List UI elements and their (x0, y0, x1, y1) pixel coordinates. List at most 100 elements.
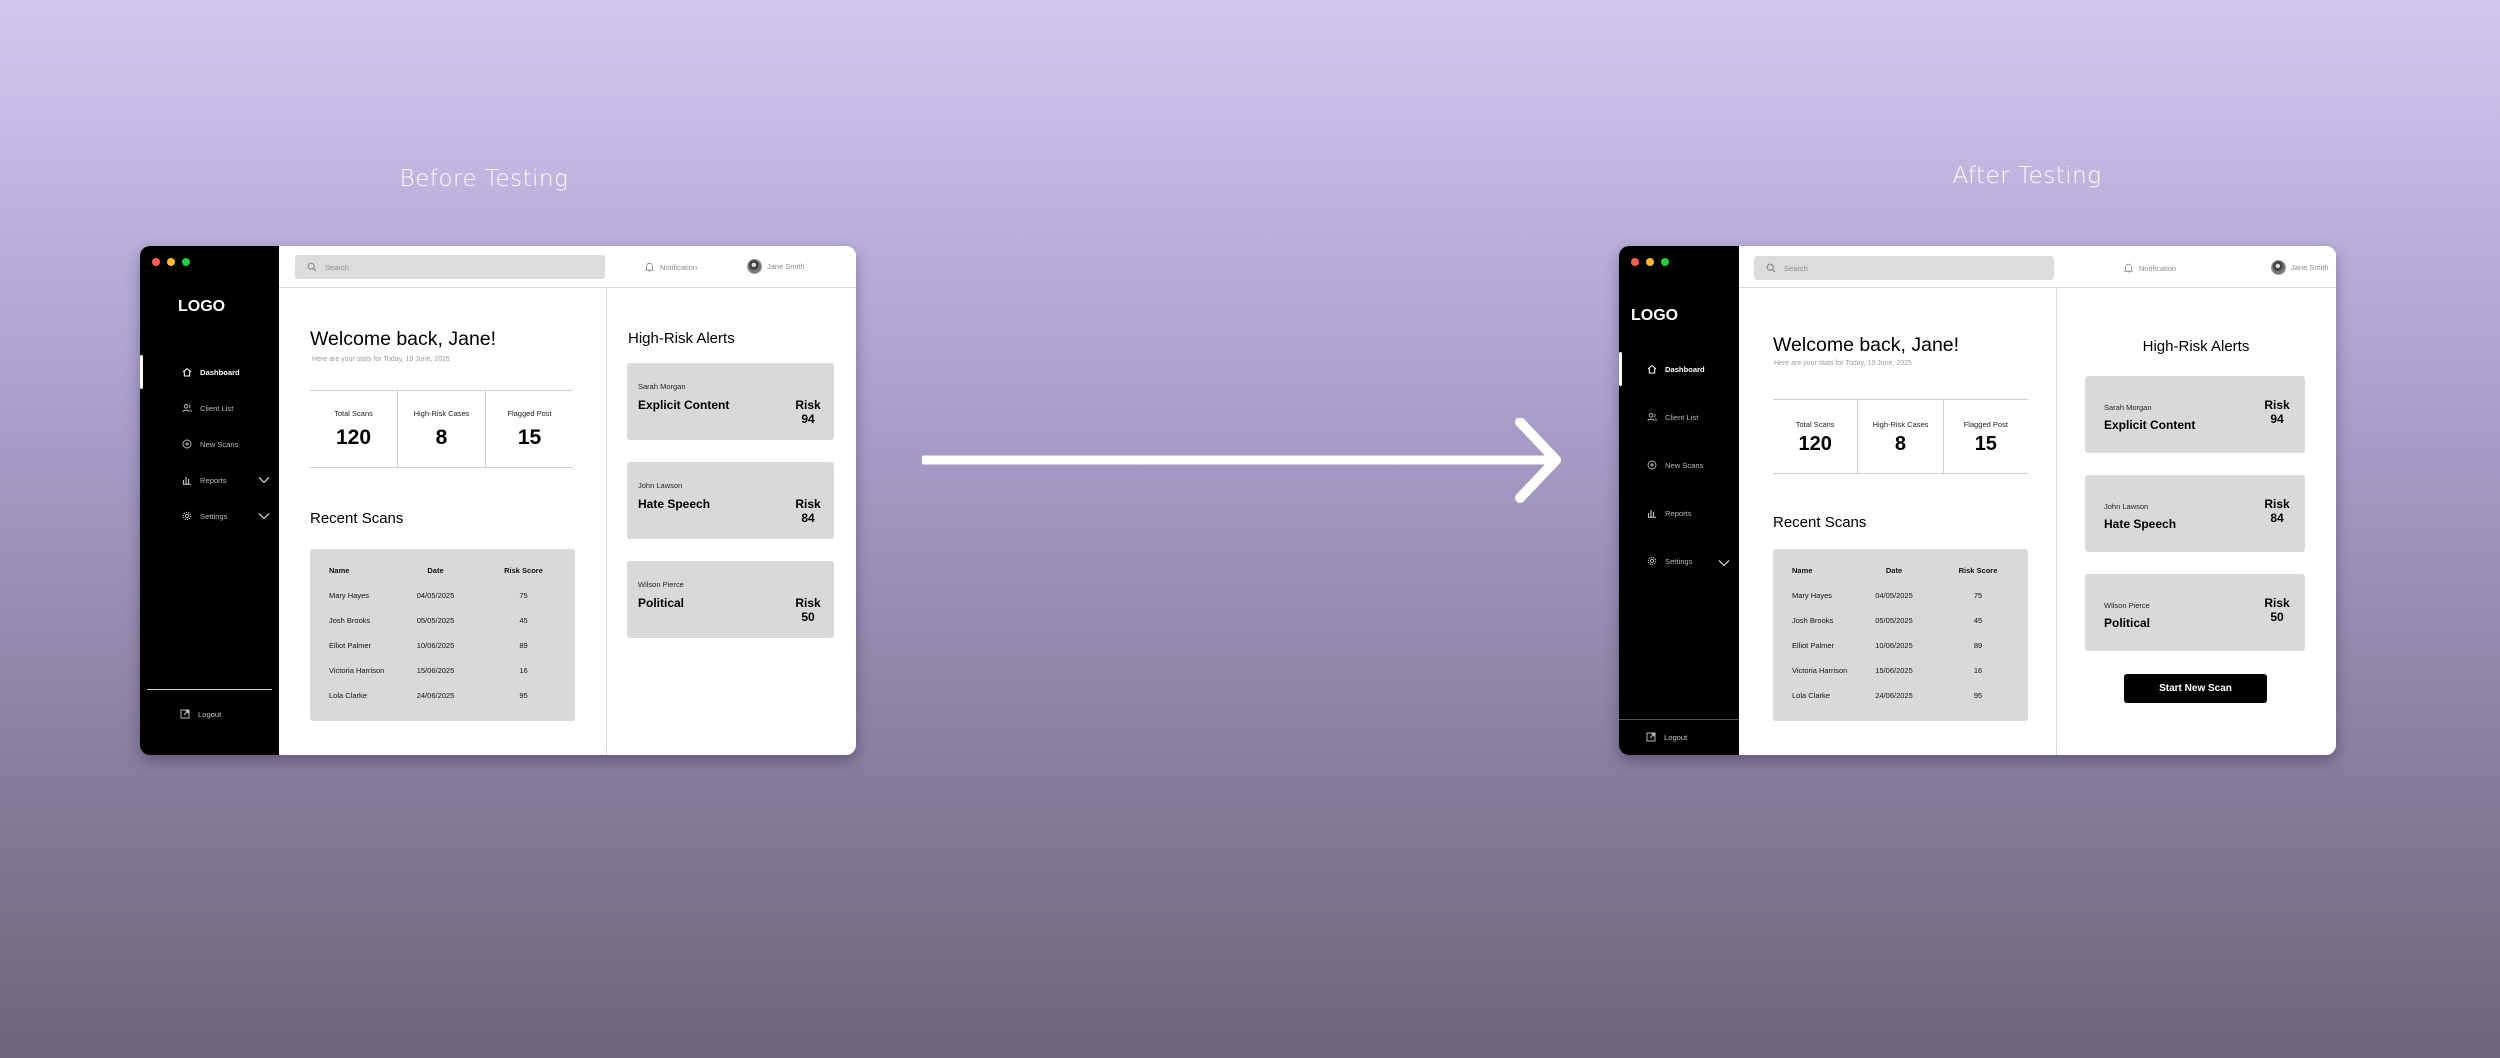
chevron-down-icon[interactable] (258, 476, 270, 484)
bar-chart-icon (1647, 508, 1657, 518)
alert-name: Sarah Morgan (638, 382, 686, 391)
window-controls (1631, 258, 1669, 266)
dashboard-window-before: LOGO Dashboard Client List New Scans Rep… (140, 246, 856, 755)
user-profile[interactable]: Jane Smith (747, 259, 805, 274)
stat-value: 15 (1974, 433, 1997, 455)
stat-value: 120 (1798, 433, 1832, 455)
stat-value: 8 (1894, 433, 1907, 455)
panel-divider (2056, 288, 2057, 755)
sidebar-item-dashboard[interactable]: Dashboard (1619, 359, 1739, 379)
sidebar-item-dashboard[interactable]: Dashboard (140, 362, 279, 382)
table-cell: 04/05/2025 (1875, 591, 1913, 600)
page-subtitle: Here are your stats for Today, 19 June, … (312, 356, 450, 363)
stat-flagged-post: Flagged Post 15 (1942, 400, 2028, 473)
sidebar-item-label: Reports (1665, 508, 1692, 518)
alert-name: Sarah Morgan (2104, 403, 2152, 412)
search-icon (1766, 263, 1776, 273)
logout-icon (1646, 732, 1656, 742)
user-name: Jane Smith (2291, 263, 2329, 272)
chevron-down-icon[interactable] (258, 512, 270, 520)
table-cell: 24/06/2025 (416, 691, 455, 700)
close-window-dot[interactable] (1631, 258, 1639, 266)
risk-score: 94 (2270, 412, 2284, 427)
gear-icon (182, 511, 192, 521)
logout-button[interactable]: Logout (1646, 732, 1687, 742)
sidebar-divider (1619, 719, 1739, 720)
column-header: Date (427, 566, 444, 575)
avatar (747, 259, 762, 274)
stat-total-scans: Total Scans 120 (310, 391, 397, 467)
sidebar-item-label: Dashboard (200, 367, 240, 377)
table-cell: 15/06/2025 (1875, 666, 1913, 675)
logout-button[interactable]: Logout (180, 709, 221, 719)
home-icon (182, 367, 192, 377)
users-icon (182, 403, 192, 413)
logo: LOGO (1631, 307, 1679, 324)
alerts-title: High-Risk Alerts (2142, 338, 2250, 355)
sidebar-item-label: New Scans (1665, 460, 1704, 470)
recent-scans-table: Name Date Risk Score Mary Hayes 04/05/2025 75… (1773, 549, 2028, 721)
sidebar-item-label: Reports (200, 475, 227, 485)
search-input[interactable]: Search (1754, 256, 2054, 280)
sidebar-item-new-scans[interactable]: New Scans (1619, 455, 1739, 475)
alert-risk: Risk 94 (790, 398, 826, 427)
recent-scans-table: Name Date Risk Score Mary Hayes 04/05/2025 75… (310, 549, 575, 721)
alert-type: Political (2104, 616, 2151, 630)
table-cell: 75 (1973, 591, 1983, 600)
risk-score: 50 (2270, 610, 2284, 625)
stat-high-risk-cases: High-Risk Cases 8 (1857, 400, 1942, 473)
alert-card[interactable]: Wilson Pierce Political Risk 50 (2085, 574, 2305, 651)
alert-risk: Risk 94 (2259, 398, 2295, 427)
window-controls (152, 258, 190, 266)
sidebar-item-client-list[interactable]: Client List (1619, 407, 1739, 427)
risk-label: Risk (2264, 596, 2290, 610)
before-testing-caption: Before Testing (399, 166, 569, 192)
table-cell: 10/06/2025 (1875, 641, 1913, 650)
risk-score: 84 (801, 511, 815, 526)
alert-card[interactable]: John Lawson Hate Speech Risk 84 (2085, 475, 2305, 552)
alert-card[interactable]: Sarah Morgan Explicit Content Risk 94 (2085, 376, 2305, 453)
alert-card[interactable]: Sarah Morgan Explicit Content Risk 94 (627, 363, 834, 440)
maximize-window-dot[interactable] (182, 258, 190, 266)
avatar (2271, 260, 2286, 275)
home-icon (1647, 364, 1657, 374)
table-cell: 04/05/2025 (416, 591, 455, 600)
table-cell: 95 (1973, 691, 1983, 700)
stat-value: 8 (435, 426, 448, 449)
sidebar-item-label: Settings (200, 511, 228, 521)
stat-total-scans: Total Scans 120 (1773, 400, 1857, 473)
stat-label: Flagged Post (1963, 420, 2008, 429)
plus-circle-icon (1647, 460, 1657, 470)
risk-label: Risk (795, 596, 821, 610)
sidebar-item-reports[interactable]: Reports (1619, 503, 1739, 523)
chevron-down-icon[interactable] (1718, 559, 1730, 567)
notification-button[interactable]: Notification (2124, 263, 2176, 273)
bar-chart-icon (182, 475, 192, 485)
alerts-title: High-Risk Alerts (628, 330, 735, 347)
table-cell: 10/06/2025 (416, 641, 455, 650)
after-testing-caption: After Testing (1952, 163, 2102, 189)
start-new-scan-button[interactable]: Start New Scan (2124, 674, 2267, 703)
user-profile[interactable]: Jane Smith (2271, 260, 2329, 275)
sidebar-item-client-list[interactable]: Client List (140, 398, 279, 418)
table-cell: 16 (1973, 666, 1983, 675)
search-input[interactable]: Search (295, 255, 605, 279)
close-window-dot[interactable] (152, 258, 160, 266)
sidebar-item-new-scans[interactable]: New Scans (140, 434, 279, 454)
stat-value: 15 (517, 426, 542, 449)
minimize-window-dot[interactable] (167, 258, 175, 266)
stat-label: High-Risk Cases (413, 409, 470, 418)
stat-flagged-post: Flagged Post 15 (485, 391, 573, 467)
recent-scans-title: Recent Scans (310, 510, 404, 527)
notification-button[interactable]: Notification (645, 262, 697, 272)
logout-label: Logout (1664, 732, 1688, 742)
table-cell: 75 (519, 591, 528, 600)
alert-card[interactable]: John Lawson Hate Speech Risk 84 (627, 462, 834, 539)
risk-label: Risk (2264, 497, 2290, 511)
minimize-window-dot[interactable] (1646, 258, 1654, 266)
dashboard-window-after: LOGO Dashboard Client List New Scans Rep… (1619, 246, 2336, 755)
alert-card[interactable]: Wilson Pierce Political Risk 50 (627, 561, 834, 638)
maximize-window-dot[interactable] (1661, 258, 1669, 266)
sidebar-divider (147, 689, 272, 690)
alert-risk: Risk 84 (2259, 497, 2295, 526)
